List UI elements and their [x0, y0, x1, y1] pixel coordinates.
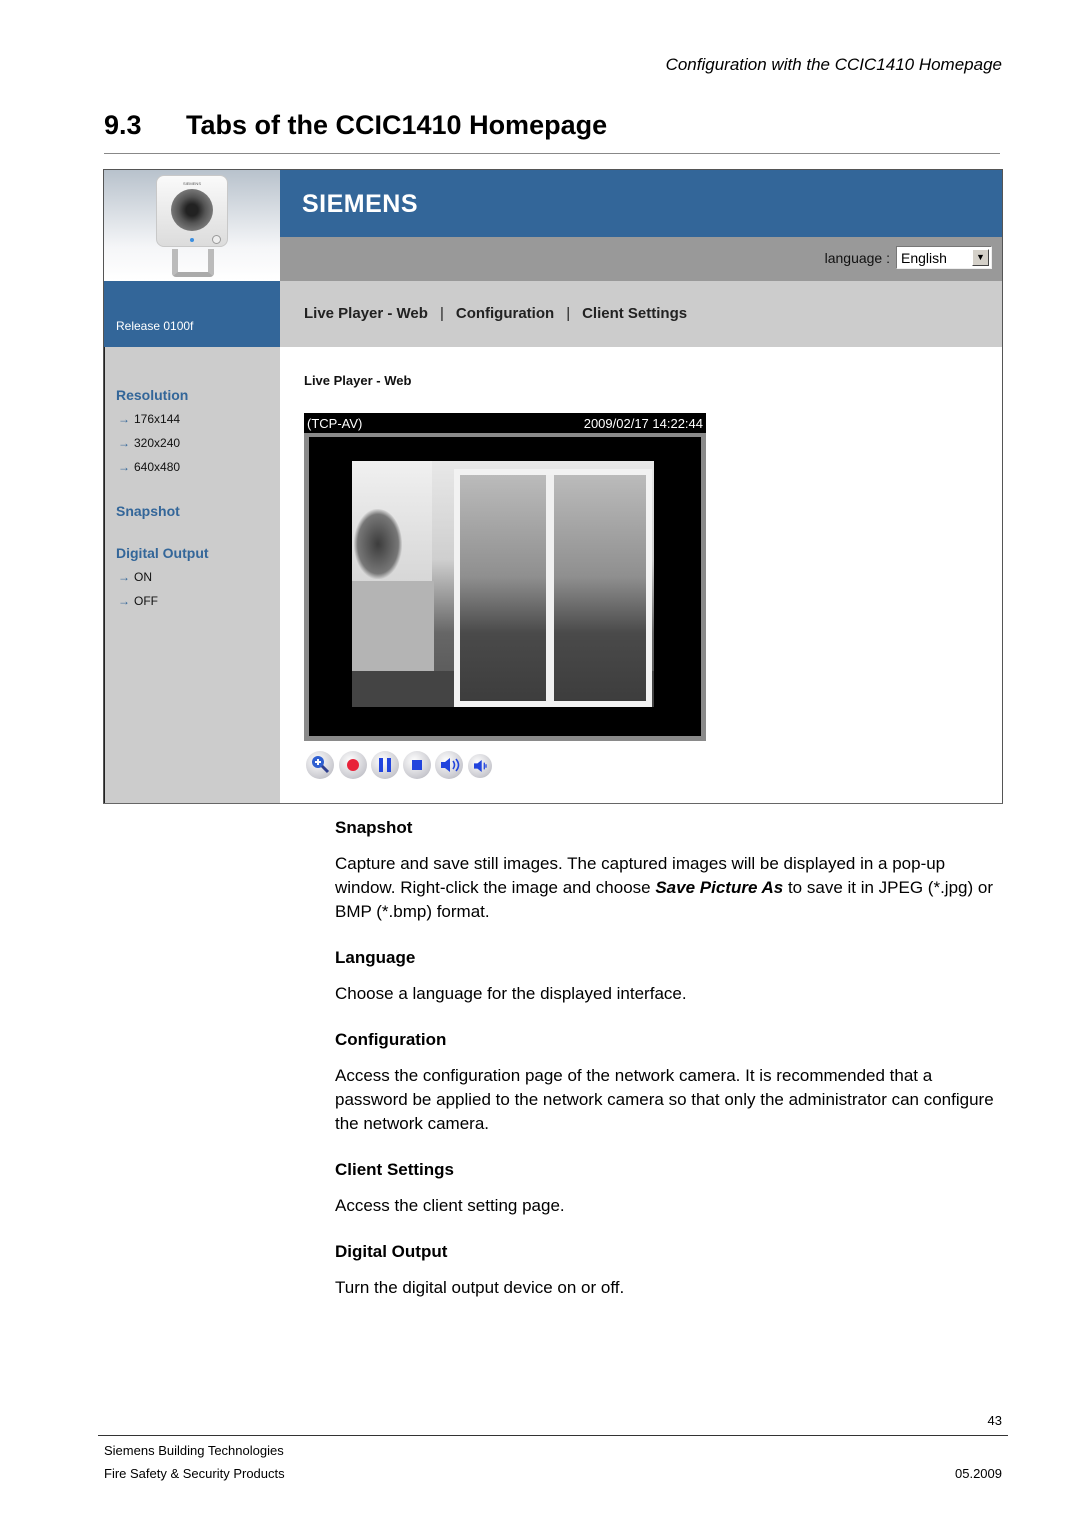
- arrow-right-icon: →: [118, 570, 130, 584]
- sidebar-item-label: 320x240: [134, 436, 181, 450]
- scene-door-frame: [546, 475, 554, 701]
- section-number: 9.3: [104, 110, 142, 140]
- speaker-icon: [441, 758, 460, 772]
- tab-bar: Live Player - Web | Configuration | Client S…: [280, 281, 1002, 347]
- sidebar: Resolution → 176x144 → 320x240 → 640x480 Sn…: [104, 347, 280, 803]
- sidebar-item-176x144[interactable]: → 176x144: [118, 412, 180, 426]
- section-title-text: Tabs of the CCIC1410 Homepage: [186, 110, 608, 140]
- description-text: Access the configuration page of the net…: [335, 1066, 994, 1133]
- camera-lens: [171, 189, 213, 231]
- arrow-right-icon: →: [118, 460, 130, 474]
- live-video-image[interactable]: [352, 461, 654, 707]
- main-title: Live Player - Web: [304, 373, 412, 388]
- sidebar-item-label: 640x480: [134, 460, 181, 474]
- zoom-in-icon: [312, 756, 330, 774]
- sidebar-item-snapshot[interactable]: Snapshot: [116, 503, 180, 519]
- speaker-volume-button[interactable]: [435, 751, 463, 779]
- video-player[interactable]: [304, 433, 706, 741]
- camera-led: [190, 238, 194, 242]
- sidebar-item-label: ON: [134, 570, 152, 584]
- sidebar-item-640x480[interactable]: → 640x480: [118, 460, 180, 474]
- tab-separator: |: [439, 305, 444, 322]
- footer-date: 05.2009: [955, 1466, 1002, 1481]
- video-protocol: (TCP-AV): [307, 416, 363, 431]
- record-icon: [347, 759, 359, 771]
- pause-button[interactable]: [371, 751, 399, 779]
- running-header: Configuration with the CCIC1410 Homepage: [665, 55, 1002, 74]
- arrow-right-icon: →: [118, 412, 130, 426]
- language-bar: language : English ▼: [280, 237, 1002, 281]
- language-label: language :: [824, 250, 890, 266]
- tab-configuration[interactable]: Configuration: [456, 305, 554, 322]
- record-button[interactable]: [339, 751, 367, 779]
- arrow-right-icon: →: [118, 436, 130, 450]
- camera-button: [212, 235, 221, 244]
- stop-icon: [412, 760, 422, 770]
- siemens-logo: SIEMENS: [302, 190, 419, 218]
- pause-icon: [379, 758, 391, 772]
- camera-stand: [172, 249, 214, 277]
- description-digital-output: Digital Output Turn the digital output d…: [335, 1242, 995, 1300]
- save-picture-as-emphasis: Save Picture As: [655, 878, 784, 897]
- title-divider: [104, 153, 1000, 154]
- description-text: Capture and save still images. The captu…: [335, 852, 995, 924]
- microphone-volume-button[interactable]: [468, 754, 492, 778]
- description-text: Turn the digital output device on or off…: [335, 1278, 625, 1297]
- sidebar-item-label: 176x144: [134, 412, 181, 426]
- description-text: Access the client setting page.: [335, 1196, 565, 1215]
- release-version: Release 0100f: [116, 319, 194, 333]
- tab-live-player-web[interactable]: Live Player - Web: [304, 305, 428, 322]
- camera-icon: SIEMENS: [156, 175, 228, 247]
- chevron-down-icon[interactable]: ▼: [972, 249, 989, 266]
- sidebar-item-320x240[interactable]: → 320x240: [118, 436, 180, 450]
- description-language: Language Choose a language for the displ…: [335, 948, 995, 1006]
- description-heading: Snapshot: [335, 818, 413, 837]
- camera-brand-label: SIEMENS: [182, 181, 201, 186]
- sidebar-item-label: OFF: [134, 594, 158, 608]
- section-title: 9.3 Tabs of the CCIC1410 Homepage: [104, 110, 607, 141]
- arrow-right-icon: →: [118, 594, 130, 608]
- footer-divider: [98, 1435, 1008, 1436]
- description-heading: Language: [335, 948, 416, 967]
- stop-button[interactable]: [403, 751, 431, 779]
- footer-division: Fire Safety & Security Products: [104, 1466, 285, 1481]
- description-configuration: Configuration Access the configuration p…: [335, 1030, 995, 1136]
- camera-product-image: SIEMENS: [104, 170, 280, 281]
- footer-company: Siemens Building Technologies: [104, 1443, 284, 1458]
- scene-glass-door: [454, 469, 652, 707]
- scene-plant: [354, 509, 402, 579]
- zoom-in-button[interactable]: [306, 751, 334, 779]
- language-select[interactable]: English ▼: [896, 246, 992, 269]
- brand-header: SIEMENS: [280, 170, 1002, 237]
- language-selected-value: English: [901, 250, 947, 266]
- page-number: 43: [987, 1413, 1002, 1428]
- speaker-low-icon: [474, 760, 487, 772]
- description-heading: Client Settings: [335, 1160, 455, 1179]
- main-content: Live Player - Web (TCP-AV) 2009/02/17 14…: [280, 347, 1002, 803]
- homepage-screenshot: SIEMENS SIEMENS language : English ▼ Rel…: [103, 169, 1003, 804]
- description-heading: Configuration: [335, 1030, 447, 1049]
- tab-separator: |: [566, 305, 571, 322]
- tab-client-settings[interactable]: Client Settings: [582, 305, 687, 322]
- sidebar-heading-digital-output: Digital Output: [116, 545, 209, 561]
- video-status-bar: (TCP-AV) 2009/02/17 14:22:44: [304, 413, 706, 433]
- release-bar: Release 0100f: [104, 281, 280, 347]
- description-client-settings: Client Settings Access the client settin…: [335, 1160, 995, 1218]
- description-heading: Digital Output: [335, 1242, 448, 1261]
- description-text: Choose a language for the displayed inte…: [335, 984, 687, 1003]
- sidebar-item-output-on[interactable]: → ON: [118, 570, 152, 584]
- description-snapshot: Snapshot Capture and save still images. …: [335, 818, 995, 924]
- sidebar-heading-resolution: Resolution: [116, 387, 189, 403]
- sidebar-item-output-off[interactable]: → OFF: [118, 594, 158, 608]
- video-timestamp: 2009/02/17 14:22:44: [583, 416, 703, 431]
